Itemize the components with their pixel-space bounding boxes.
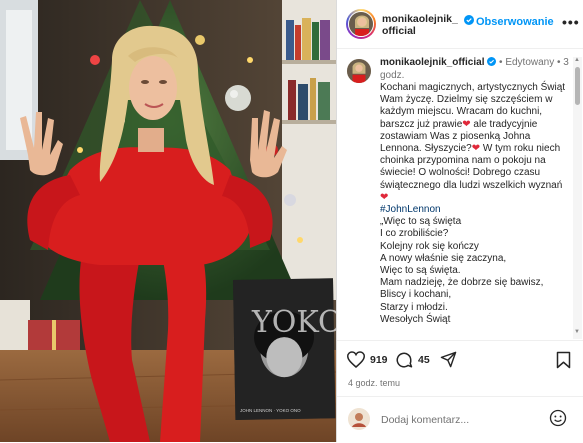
share-icon[interactable]	[440, 351, 457, 368]
like-action: 919	[347, 351, 388, 368]
photo-illustration: YOKO JOHN LENNON · YOKO ONO	[0, 0, 336, 442]
comment-icon[interactable]	[395, 351, 413, 369]
poem-line: I co zrobiliście?	[380, 228, 449, 240]
scrollbar-thumb[interactable]	[575, 67, 580, 105]
heart-icon[interactable]	[347, 351, 365, 368]
poem-line: A nowy właśnie się zaczyna,	[380, 252, 507, 264]
scroll-down-icon[interactable]: ▼	[574, 329, 580, 335]
poem-line: Mam nadzieję, że dobrze się bawisz,	[380, 277, 544, 289]
story-ring[interactable]	[346, 9, 376, 39]
book-author: JOHN LENNON · YOKO ONO	[240, 408, 301, 413]
emoji-icon[interactable]	[549, 409, 567, 427]
post-header: monikaolejnik_official Obserwowanie •••	[337, 0, 583, 49]
comment-action: 45	[395, 351, 430, 369]
caption-header: monikaolejnik_official • Edytowany • 3 g…	[380, 57, 570, 82]
edited-label: • Edytowany	[499, 57, 555, 68]
heart-emoji-icon: ❤	[462, 118, 471, 130]
caption-text: Kochani magicznych, artystycznych Świąt …	[380, 82, 568, 326]
post-side-panel: monikaolejnik_official Obserwowanie ••• …	[336, 0, 583, 442]
scroll-up-icon[interactable]: ▲	[574, 57, 580, 63]
caption-username[interactable]: monikaolejnik_official	[380, 57, 484, 68]
avatar[interactable]	[348, 11, 374, 37]
like-count[interactable]: 919	[370, 354, 388, 366]
caption-avatar[interactable]	[347, 59, 371, 83]
post-photo[interactable]: YOKO JOHN LENNON · YOKO ONO	[0, 0, 336, 442]
poem-line: Kolejny rok się kończy	[380, 240, 479, 252]
heart-emoji-icon: ❤	[380, 191, 389, 203]
more-options-icon[interactable]: •••	[562, 14, 580, 30]
header-username[interactable]: monikaolejnik_official	[382, 13, 462, 37]
poem-line: Więc to są święta.	[380, 265, 461, 277]
post-timestamp[interactable]: 4 godz. temu	[348, 378, 400, 388]
poem-line: Wesołych Świąt	[380, 313, 451, 325]
current-user-avatar	[348, 408, 370, 430]
add-comment-input[interactable]: Dodaj komentarz...	[381, 414, 469, 426]
add-comment-bar: Dodaj komentarz...	[337, 396, 583, 443]
poem-line: „Więc to są święta	[380, 216, 462, 228]
bookmark-icon[interactable]	[556, 351, 571, 369]
heart-emoji-icon: ❤	[471, 143, 481, 155]
comment-scrollbar[interactable]: ▲ ▼	[573, 57, 582, 339]
instagram-post: YOKO JOHN LENNON · YOKO ONO monikaolejni…	[0, 0, 583, 442]
verified-badge-icon	[464, 15, 474, 25]
poem-line: Starzy i młodzi.	[380, 301, 448, 313]
hashtag-link[interactable]: #JohnLennon	[380, 204, 568, 216]
share-action	[440, 351, 457, 368]
caption: monikaolejnik_official • Edytowany • 3 g…	[337, 49, 573, 339]
book-title: YOKO	[251, 305, 336, 340]
poem-line: Bliscy i kochani,	[380, 289, 452, 301]
action-bar: 919 45	[337, 340, 583, 381]
following-button[interactable]: Obserwowanie	[476, 16, 554, 28]
verified-badge-icon	[487, 57, 497, 66]
yoko-book	[232, 278, 336, 420]
save-action	[556, 351, 571, 369]
comment-count[interactable]: 45	[418, 354, 430, 366]
